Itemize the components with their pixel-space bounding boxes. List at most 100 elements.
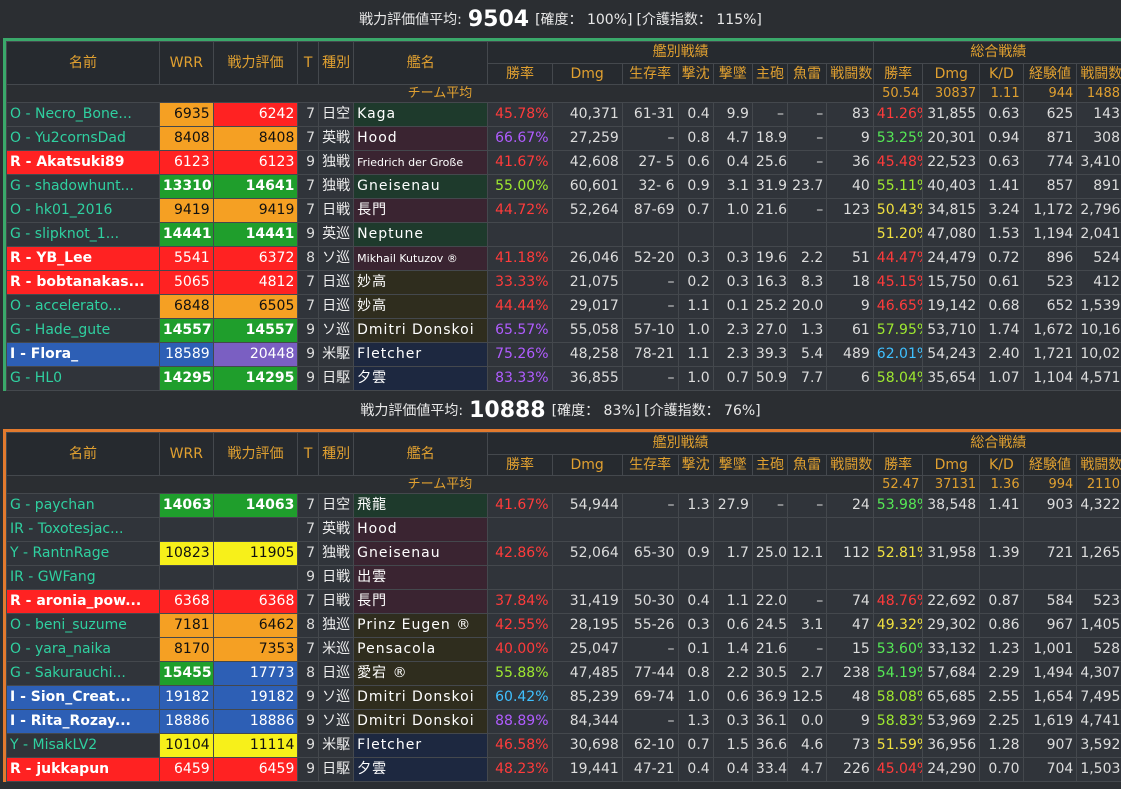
header-power-rating[interactable]: 戦力評価 — [212, 432, 299, 476]
header-name[interactable]: 名前 — [6, 41, 160, 85]
player-name[interactable]: O - beni_suzume — [6, 613, 160, 638]
header-ship-col[interactable]: 撃沈 — [677, 63, 714, 85]
header-overall-col[interactable]: 経験値 — [1022, 454, 1078, 476]
header-ship-col[interactable]: 撃墜 — [712, 454, 753, 476]
header-ship-col[interactable]: 戦闘数 — [826, 454, 874, 476]
header-ship-col[interactable]: 生存率 — [621, 454, 679, 476]
player-row[interactable]: IR - Toxotesjac... 7 英戦 Hood — [6, 517, 1121, 542]
player-row[interactable]: I - Rita_Rozay... 18886 18886 9 ソ巡 Dmitri Don… — [6, 709, 1121, 734]
header-wrr[interactable]: WRR — [158, 41, 214, 85]
header-ship[interactable]: 艦名 — [353, 41, 489, 85]
player-row[interactable]: R - Akatsuki89 6123 6123 9 独戦 Friedrich der G… — [6, 150, 1121, 175]
header-wrr[interactable]: WRR — [158, 432, 214, 476]
player-name[interactable]: I - Rita_Rozay... — [6, 709, 160, 734]
header-overall-col[interactable]: 勝率 — [872, 63, 924, 85]
player-name[interactable]: I - Sion_Creat... — [6, 685, 160, 710]
player-name[interactable]: R - aronia_pow... — [6, 589, 160, 614]
player-row[interactable]: O - beni_suzume 7181 6462 8 独巡 Prinz Eugen ® 4… — [6, 613, 1121, 638]
player-name[interactable]: G - Sakurauchi... — [6, 661, 160, 686]
header-tier[interactable]: T — [297, 41, 320, 85]
team-average-value: 1488 — [1076, 84, 1121, 103]
player-row[interactable]: I - Flora_ 18589 20448 9 米駆 Fletcher 75.26% 48,… — [6, 342, 1121, 367]
header-overall-col[interactable]: 経験値 — [1022, 63, 1078, 85]
header-name[interactable]: 名前 — [6, 432, 160, 476]
header-ship-col[interactable]: 魚雷 — [787, 63, 828, 85]
player-name[interactable]: IR - GWFang — [6, 565, 160, 590]
ship-stat: 1.4 — [712, 637, 753, 662]
header-overall-col[interactable]: Dmg — [922, 63, 981, 85]
player-name[interactable]: R - Akatsuki89 — [6, 150, 160, 175]
player-row[interactable]: G - shadowhunt... 13310 14641 7 独戦 Gneisenau 5… — [6, 174, 1121, 199]
player-row[interactable]: O - Yu2cornsDad 8408 8408 7 英戦 Hood 66.67% 27,2… — [6, 126, 1121, 151]
ship-stat: 0.3 — [712, 270, 753, 295]
player-row[interactable]: Y - MisakLV2 10104 11114 9 米駆 Fletcher 46.58% 3… — [6, 733, 1121, 758]
overall-stat: 1.41 — [979, 174, 1024, 199]
header-overall-col[interactable]: 戦闘数 — [1076, 63, 1121, 85]
player-row[interactable]: G - paychan 14063 14063 7 日空 飛龍 41.67% 54,944–1… — [6, 493, 1121, 518]
player-row[interactable]: R - jukkapun 6459 6459 9 日駆 夕雲 48.23% 19,441 47-… — [6, 757, 1121, 782]
ship-stat: 1.1 — [677, 342, 714, 367]
player-row[interactable]: G - Sakurauchi... 15455 17773 8 日巡 愛宕 ® 55.88%… — [6, 661, 1121, 686]
player-row[interactable]: I - Sion_Creat... 19182 19182 9 ソ巡 Dmitri Don… — [6, 685, 1121, 710]
player-row[interactable]: IR - GWFang 9 日戦 出雲 — [6, 565, 1121, 590]
overall-stat: 46.65% — [872, 294, 924, 319]
player-row[interactable]: G - slipknot_1... 14441 14441 9 英巡 Neptune 51.… — [6, 222, 1121, 247]
ship-stat: 21.6 — [751, 637, 789, 662]
player-row[interactable]: G - HL0 14295 14295 9 日駆 夕雲 83.33% 36,855–1.0 0.… — [6, 366, 1121, 391]
player-row[interactable]: G - Hade_gute 14557 14557 9 ソ巡 Dmitri Donskoi… — [6, 318, 1121, 343]
player-name[interactable]: G - Hade_gute — [6, 318, 160, 343]
header-power-rating[interactable]: 戦力評価 — [212, 41, 299, 85]
ship-stat: 33.33% — [487, 270, 553, 295]
header-ship-col[interactable]: 撃沈 — [677, 454, 714, 476]
header-ship-col[interactable]: 魚雷 — [787, 454, 828, 476]
player-name[interactable]: G - paychan — [6, 493, 160, 518]
player-row[interactable]: O - Necro_Bone... 6935 6242 7 日空 Kaga 45.78% 40… — [6, 102, 1121, 127]
player-row[interactable]: O - yara_naika 8170 7353 7 米巡 Pensacola 40.00%… — [6, 637, 1121, 662]
header-ship[interactable]: 艦名 — [353, 432, 489, 476]
header-overall-col[interactable]: 戦闘数 — [1076, 454, 1121, 476]
header-ship-col[interactable]: 戦闘数 — [826, 63, 874, 85]
header-type[interactable]: 種別 — [318, 432, 355, 476]
header-ship-col[interactable]: 勝率 — [487, 63, 553, 85]
header-overall-stats-group: 総合戦績 — [872, 432, 1121, 455]
player-name[interactable]: O - hk01_2016 — [6, 198, 160, 223]
header-overall-col[interactable]: K/D — [979, 454, 1024, 476]
header-ship-col[interactable]: 勝率 — [487, 454, 553, 476]
player-row[interactable]: O - hk01_2016 9419 9419 7 日戦 長門 44.72% 52,264 87… — [6, 198, 1121, 223]
player-name[interactable]: R - YB_Lee — [6, 246, 160, 271]
header-tier[interactable]: T — [297, 432, 320, 476]
header-ship-col[interactable]: 主砲 — [751, 454, 789, 476]
header-ship-col[interactable]: 生存率 — [621, 63, 679, 85]
overall-stat — [1076, 565, 1121, 590]
header-overall-col[interactable]: 勝率 — [872, 454, 924, 476]
ship-name: Gneisenau — [353, 174, 489, 199]
header-type[interactable]: 種別 — [318, 41, 355, 85]
ship-name: 飛龍 — [353, 493, 489, 518]
player-name[interactable]: O - Necro_Bone... — [6, 102, 160, 127]
player-row[interactable]: R - bobtanakas... 5065 4812 7 日巡 妙高 33.33% 21,0… — [6, 270, 1121, 295]
ship-stat — [826, 565, 874, 590]
player-row[interactable]: R - YB_Lee 5541 6372 8 ソ巡 Mikhail Kutuzov ® 41… — [6, 246, 1121, 271]
player-name[interactable]: G - shadowhunt... — [6, 174, 160, 199]
header-overall-col[interactable]: Dmg — [922, 454, 981, 476]
player-name[interactable]: G - HL0 — [6, 366, 160, 391]
player-name[interactable]: IR - Toxotesjac... — [6, 517, 160, 542]
player-row[interactable]: Y - RantnRage 10823 11905 7 独戦 Gneisenau 42.86… — [6, 541, 1121, 566]
player-name[interactable]: O - yara_naika — [6, 637, 160, 662]
ship-type: 英巡 — [318, 222, 355, 247]
player-name[interactable]: Y - RantnRage — [6, 541, 160, 566]
header-ship-col[interactable]: Dmg — [551, 63, 623, 85]
header-ship-col[interactable]: 撃墜 — [712, 63, 753, 85]
player-name[interactable]: G - slipknot_1... — [6, 222, 160, 247]
player-name[interactable]: Y - MisakLV2 — [6, 733, 160, 758]
player-name[interactable]: O - Yu2cornsDad — [6, 126, 160, 151]
header-overall-col[interactable]: K/D — [979, 63, 1024, 85]
player-name[interactable]: R - jukkapun — [6, 757, 160, 782]
player-name[interactable]: I - Flora_ — [6, 342, 160, 367]
header-ship-col[interactable]: 主砲 — [751, 63, 789, 85]
player-name[interactable]: R - bobtanakas... — [6, 270, 160, 295]
player-row[interactable]: O - accelerato... 6848 6505 7 日巡 妙高 44.44% 29,0… — [6, 294, 1121, 319]
player-row[interactable]: R - aronia_pow... 6368 6368 7 日戦 長門 37.84% 31,4… — [6, 589, 1121, 614]
player-name[interactable]: O - accelerato... — [6, 294, 160, 319]
header-ship-col[interactable]: Dmg — [551, 454, 623, 476]
